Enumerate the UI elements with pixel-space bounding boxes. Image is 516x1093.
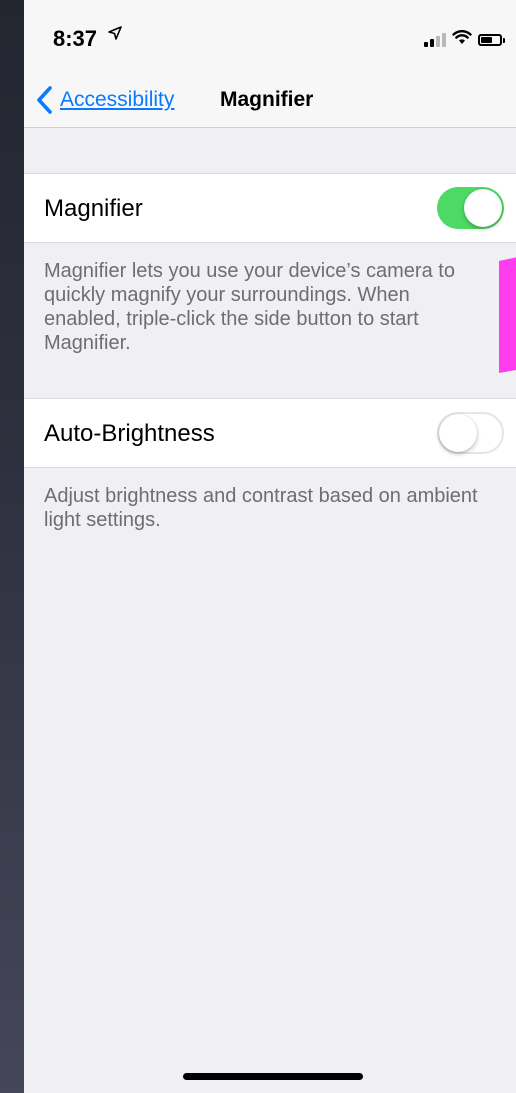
location-arrow-icon (108, 26, 122, 45)
magnifier-label: Magnifier (44, 195, 143, 222)
cellular-signal-icon (424, 33, 446, 47)
back-button[interactable]: Accessibility (34, 85, 174, 115)
magnifier-description: Magnifier lets you use your device’s cam… (44, 260, 455, 354)
auto-brightness-label: Auto-Brightness (44, 420, 215, 447)
auto-brightness-toggle[interactable] (437, 412, 504, 454)
phone-screen: 8:37 Accessibility Magnifier Magnifier M… (24, 0, 516, 1093)
annotation-marker (499, 257, 516, 373)
toggle-knob (439, 414, 477, 452)
navigation-bar: Accessibility Magnifier (24, 80, 516, 128)
magnifier-row: Magnifier (24, 173, 516, 243)
status-icons (424, 30, 505, 50)
toggle-knob (464, 189, 502, 227)
wifi-icon (452, 30, 472, 50)
status-bar: 8:37 (24, 0, 516, 80)
status-time: 8:37 (53, 26, 98, 51)
magnifier-toggle[interactable] (437, 187, 504, 229)
page-title: Magnifier (220, 88, 314, 111)
home-indicator[interactable] (183, 1073, 363, 1080)
auto-brightness-row: Auto-Brightness (24, 398, 516, 468)
chevron-left-icon (37, 86, 52, 114)
battery-icon (478, 34, 505, 46)
auto-brightness-description: Adjust brightness and contrast based on … (44, 485, 478, 531)
back-button-label: Accessibility (60, 88, 175, 111)
